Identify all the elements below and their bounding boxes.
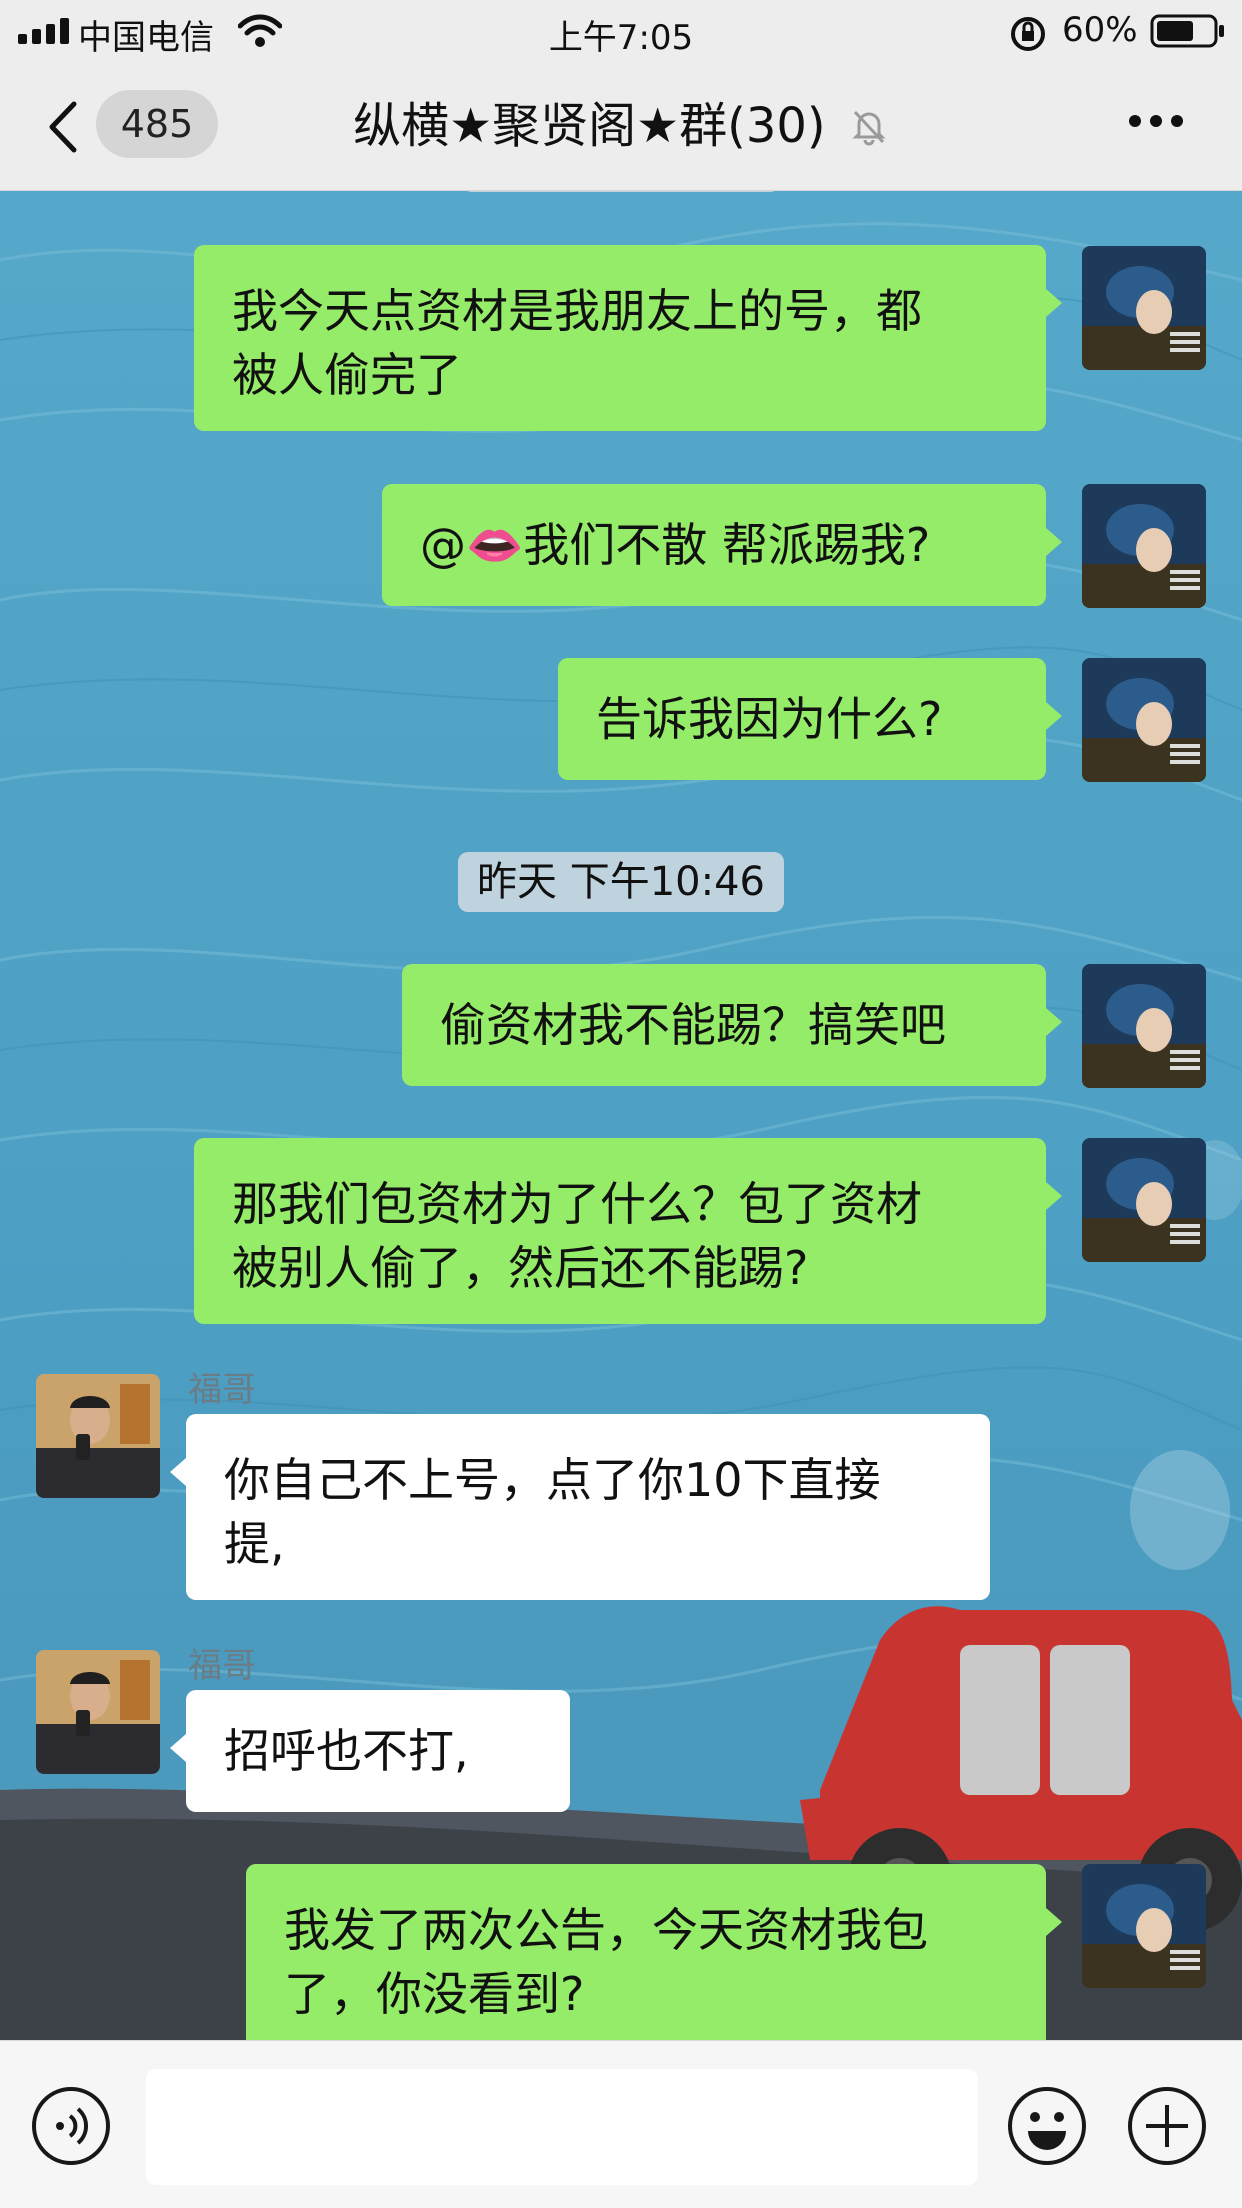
my-avatar[interactable] bbox=[1082, 1138, 1206, 1262]
message-bubble-outgoing[interactable]: 告诉我因为什么? bbox=[558, 658, 1062, 780]
avatar-image bbox=[1082, 1138, 1206, 1262]
more-icon[interactable] bbox=[1128, 114, 1184, 128]
message-bubble-outgoing[interactable]: 我今天点资材是我朋友上的号，都 被人偷完了 bbox=[194, 245, 1062, 431]
avatar-image bbox=[1082, 964, 1206, 1088]
emoji-icon[interactable] bbox=[1006, 2085, 1088, 2167]
message-bubble-outgoing[interactable]: 偷资材我不能踢？搞笑吧 bbox=[402, 964, 1062, 1086]
sender-name: 福哥 bbox=[188, 1646, 256, 1686]
message-bubble-outgoing[interactable]: 我发了两次公告，今天资材我包 了，你没看到? bbox=[246, 1864, 1062, 2050]
input-bar bbox=[0, 2040, 1242, 2208]
my-avatar[interactable] bbox=[1082, 658, 1206, 782]
my-avatar[interactable] bbox=[1082, 964, 1206, 1088]
battery-percent: 60% bbox=[1062, 10, 1138, 50]
plus-icon[interactable] bbox=[1126, 2085, 1208, 2167]
sender-name: 福哥 bbox=[188, 1370, 256, 1410]
my-avatar[interactable] bbox=[1082, 1864, 1206, 1988]
avatar-image bbox=[1082, 484, 1206, 608]
voice-icon[interactable] bbox=[30, 2085, 112, 2167]
battery-icon bbox=[1150, 14, 1224, 48]
avatar-image bbox=[1082, 658, 1206, 782]
status-bar: 中国电信 上午7:05 60% bbox=[0, 0, 1242, 62]
my-avatar[interactable] bbox=[1082, 246, 1206, 370]
avatar-image bbox=[1082, 1864, 1206, 1988]
wechat-chat-screen: 中国电信 上午7:05 60% 485 纵横★聚贤阁★群(30) 我今天点资材是… bbox=[0, 0, 1242, 2208]
sender-avatar[interactable] bbox=[36, 1374, 160, 1498]
avatar-image bbox=[36, 1650, 160, 1774]
group-chat-title[interactable]: 纵横★聚贤阁★群(30) bbox=[353, 62, 826, 190]
mute-bell-icon bbox=[852, 110, 886, 146]
chat-title-container: 纵横★聚贤阁★群(30) bbox=[0, 62, 1242, 190]
message-bubble-outgoing[interactable]: 那我们包资材为了什么？包了资材 被别人偷了，然后还不能踢? bbox=[194, 1138, 1062, 1324]
message-bubble-incoming[interactable]: 招呼也不打, bbox=[170, 1690, 570, 1812]
sender-avatar[interactable] bbox=[36, 1650, 160, 1774]
avatar-image bbox=[1082, 246, 1206, 370]
timestamp-divider: 昨天 下午10:46 bbox=[458, 852, 784, 912]
message-bubble-incoming[interactable]: 你自己不上号，点了你10下直接 提, bbox=[170, 1414, 990, 1600]
rotation-lock-icon bbox=[1011, 17, 1045, 51]
clock: 上午7:05 bbox=[548, 18, 694, 58]
avatar-image bbox=[36, 1374, 160, 1498]
chat-header: 485 纵横★聚贤阁★群(30) bbox=[0, 62, 1242, 191]
message-bubble-outgoing[interactable]: @👄我们不散 帮派踢我? bbox=[382, 484, 1062, 606]
my-avatar[interactable] bbox=[1082, 484, 1206, 608]
message-input[interactable] bbox=[146, 2069, 978, 2185]
message-list[interactable]: 我今天点资材是我朋友上的号，都 被人偷完了 @👄我们不散 帮派踢我? 告诉我因为… bbox=[0, 0, 1242, 2050]
